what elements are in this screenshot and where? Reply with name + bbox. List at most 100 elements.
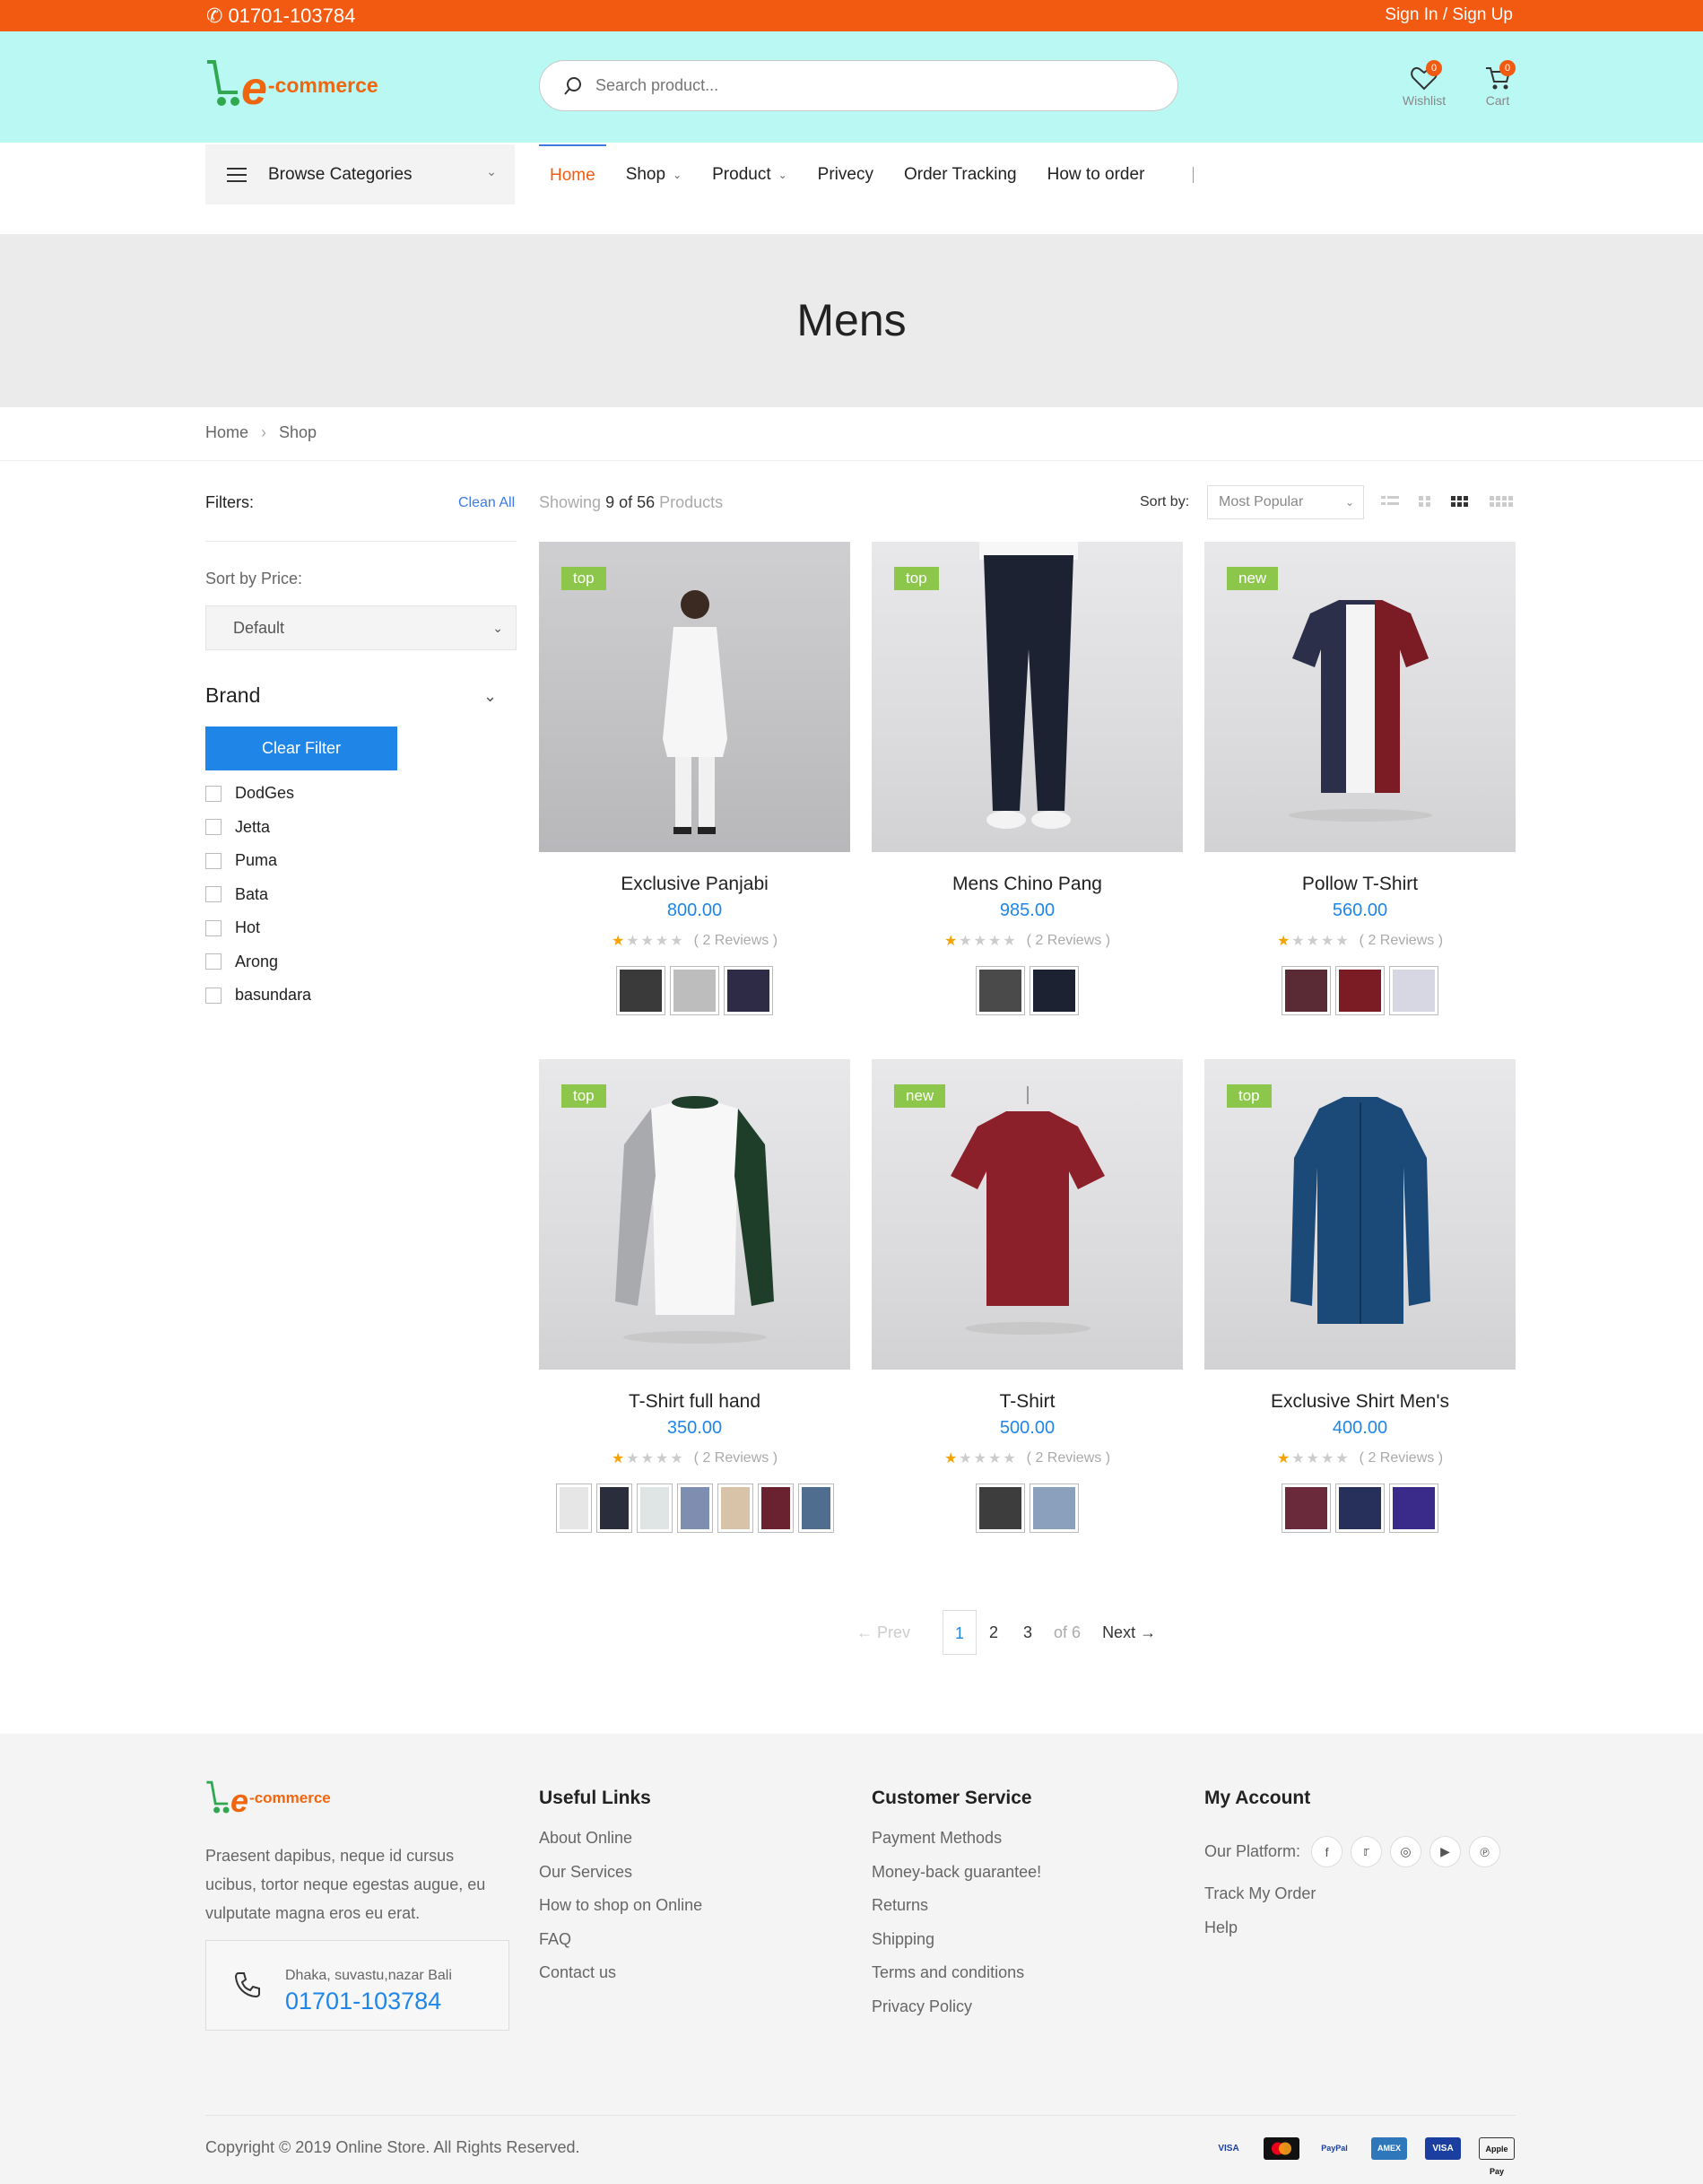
product-image[interactable]: new — [872, 1059, 1183, 1370]
youtube-icon[interactable]: ▶ — [1429, 1836, 1462, 1867]
nav-shop[interactable]: Shop ⌄ — [626, 144, 682, 204]
product-card[interactable]: top T-Shirt full hand 350.00 ★ ★ ★ ★ ★ ( 2 R… — [539, 1059, 850, 1533]
footer-link[interactable]: Our Services — [539, 1863, 702, 1897]
nav-home[interactable]: Home — [539, 144, 606, 204]
product-image[interactable]: top — [872, 542, 1183, 852]
facebook-icon[interactable]: f — [1311, 1836, 1343, 1867]
footer-link[interactable]: How to shop on Online — [539, 1896, 702, 1930]
grid-4-view-icon[interactable] — [1490, 494, 1515, 509]
footer-link[interactable]: FAQ — [539, 1930, 702, 1964]
variant-thumb[interactable] — [670, 966, 719, 1015]
product-card[interactable]: top Exclusive Panjabi 800.00 ★ ★ ★ ★ ★ ( 2 R… — [539, 542, 850, 1015]
product-card[interactable]: top Mens Chino Pang 985.00 ★ ★ ★ ★ ★ ( 2 Rev… — [872, 542, 1183, 1015]
review-count[interactable]: ( 2 Reviews ) — [1027, 1450, 1110, 1466]
review-count[interactable]: ( 2 Reviews ) — [1360, 1450, 1443, 1466]
footer-phone[interactable]: 01701-103784 — [285, 1988, 441, 2015]
page-number[interactable]: 1 — [943, 1610, 977, 1655]
brand-item[interactable]: Hot — [205, 911, 311, 945]
variant-thumb[interactable] — [1389, 1484, 1438, 1533]
variant-thumb[interactable] — [757, 1484, 794, 1533]
sort-by-select[interactable]: Most Popular ⌄ — [1207, 485, 1364, 519]
review-count[interactable]: ( 2 Reviews ) — [1360, 933, 1443, 949]
logo[interactable]: e -commerce — [205, 57, 378, 112]
product-name[interactable]: T-Shirt full hand — [539, 1391, 850, 1413]
footer-link[interactable]: Help — [1204, 1919, 1316, 1953]
brand-item[interactable]: Puma — [205, 844, 311, 878]
product-name[interactable]: Pollow T-Shirt — [1204, 874, 1516, 895]
search-input[interactable] — [595, 76, 1134, 95]
brand-item[interactable]: basundara — [205, 979, 311, 1013]
variant-thumb[interactable] — [976, 966, 1025, 1015]
brand-heading[interactable]: Brand — [205, 683, 260, 708]
variant-thumb[interactable] — [1030, 1484, 1079, 1533]
cart-button[interactable]: 0 Cart — [1471, 60, 1525, 108]
product-image[interactable]: top — [539, 1059, 850, 1370]
footer-link[interactable]: Money-back guarantee! — [872, 1863, 1041, 1897]
brand-item[interactable]: Bata — [205, 878, 311, 912]
checkbox[interactable] — [205, 919, 222, 936]
clean-all-link[interactable]: Clean All — [458, 495, 515, 511]
variant-thumb[interactable] — [595, 1484, 632, 1533]
checkbox[interactable] — [205, 953, 222, 970]
nav-product[interactable]: Product ⌄ — [712, 144, 787, 204]
variant-thumb[interactable] — [1335, 966, 1385, 1015]
variant-thumb[interactable] — [1282, 966, 1331, 1015]
search-bar[interactable] — [539, 60, 1178, 111]
sort-price-select[interactable]: Default ⌄ — [205, 605, 517, 650]
footer-link[interactable]: Contact us — [539, 1963, 702, 1997]
variant-thumb[interactable] — [616, 966, 665, 1015]
variant-thumb[interactable] — [724, 966, 773, 1015]
footer-link[interactable]: Terms and conditions — [872, 1963, 1041, 1997]
page-number[interactable]: 2 — [977, 1610, 1011, 1655]
product-image[interactable]: new — [1204, 542, 1516, 852]
clear-filter-button[interactable]: Clear Filter — [205, 727, 397, 770]
variant-thumb[interactable] — [555, 1484, 592, 1533]
product-name[interactable]: T-Shirt — [872, 1391, 1183, 1413]
review-count[interactable]: ( 2 Reviews ) — [1027, 933, 1110, 949]
review-count[interactable]: ( 2 Reviews ) — [694, 933, 778, 949]
product-name[interactable]: Exclusive Shirt Men's — [1204, 1391, 1516, 1413]
grid-2-view-icon[interactable] — [1418, 494, 1432, 509]
pinterest-icon[interactable]: ℗ — [1469, 1836, 1501, 1867]
topbar-phone[interactable]: ✆ 01701-103784 — [206, 4, 355, 28]
footer-link[interactable]: Shipping — [872, 1930, 1041, 1964]
footer-link[interactable]: Returns — [872, 1896, 1041, 1930]
product-image[interactable]: top — [539, 542, 850, 852]
checkbox[interactable] — [205, 785, 222, 802]
variant-thumb[interactable] — [1282, 1484, 1331, 1533]
variant-thumb[interactable] — [1389, 966, 1438, 1015]
instagram-icon[interactable]: ◎ — [1390, 1836, 1422, 1867]
variant-thumb[interactable] — [797, 1484, 834, 1533]
footer-link[interactable]: About Online — [539, 1829, 702, 1863]
browse-categories-button[interactable]: Browse Categories ⌄ — [205, 144, 515, 204]
product-card[interactable]: new Pollow T-Shirt 560.00 ★ ★ ★ ★ ★ ( 2 Revi… — [1204, 542, 1516, 1015]
footer-link[interactable]: Track My Order — [1204, 1884, 1316, 1919]
checkbox[interactable] — [205, 886, 222, 903]
brand-item[interactable]: DodGes — [205, 777, 311, 811]
footer-link[interactable]: Privacy Policy — [872, 1997, 1041, 2032]
variant-thumb[interactable] — [676, 1484, 713, 1533]
review-count[interactable]: ( 2 Reviews ) — [694, 1450, 778, 1466]
next-page[interactable]: Next → — [1102, 1623, 1156, 1642]
checkbox[interactable] — [205, 987, 222, 1004]
twitter-icon[interactable]: 𝕣 — [1351, 1836, 1383, 1867]
variant-thumb[interactable] — [976, 1484, 1025, 1533]
product-name[interactable]: Exclusive Panjabi — [539, 874, 850, 895]
footer-link[interactable]: Payment Methods — [872, 1829, 1041, 1863]
checkbox[interactable] — [205, 852, 222, 869]
variant-thumb[interactable] — [1030, 966, 1079, 1015]
grid-3-view-icon[interactable] — [1451, 494, 1469, 509]
variant-thumb[interactable] — [636, 1484, 673, 1533]
breadcrumb-home[interactable]: Home — [205, 423, 248, 442]
nav-order-tracking[interactable]: Order Tracking — [904, 144, 1017, 204]
product-image[interactable]: top — [1204, 1059, 1516, 1370]
prev-page[interactable]: ← Prev — [856, 1623, 910, 1642]
product-card[interactable]: top Exclusive Shirt Men's 400.00 ★ ★ ★ ★ ★ (… — [1204, 1059, 1516, 1533]
variant-thumb[interactable] — [717, 1484, 753, 1533]
chevron-down-icon[interactable]: ⌄ — [483, 687, 497, 706]
page-number[interactable]: 3 — [1011, 1610, 1045, 1655]
product-name[interactable]: Mens Chino Pang — [872, 874, 1183, 895]
nav-how-to-order[interactable]: How to order — [1047, 144, 1145, 204]
checkbox[interactable] — [205, 819, 222, 836]
brand-item[interactable]: Jetta — [205, 811, 311, 845]
